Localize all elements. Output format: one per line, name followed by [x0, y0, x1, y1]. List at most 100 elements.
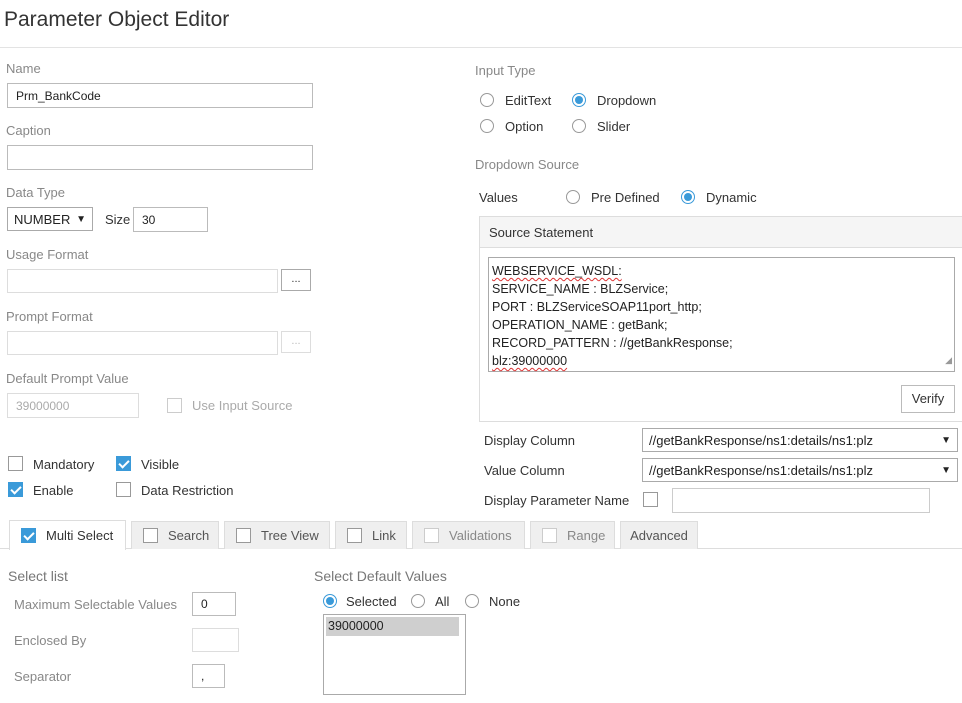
- default-all-radio[interactable]: [411, 594, 425, 608]
- enable-checkbox[interactable]: [8, 482, 23, 497]
- source-statement-textarea[interactable]: WEBSERVICE_WSDL: SERVICE_NAME : BLZServi…: [488, 257, 955, 372]
- input-type-edittext-label: EditText: [505, 93, 552, 108]
- mandatory-checkbox[interactable]: [8, 456, 23, 471]
- input-type-label: Input Type: [475, 63, 536, 78]
- statement-line-text: blz:39000000: [492, 354, 568, 368]
- default-none-radio[interactable]: [465, 594, 479, 608]
- values-dynamic-label: Dynamic: [706, 190, 757, 205]
- default-prompt-label: Default Prompt Value: [6, 371, 129, 386]
- enclosed-by-input[interactable]: [192, 628, 239, 652]
- input-type-edittext-radio[interactable]: [480, 93, 494, 107]
- data-type-select[interactable]: NUMBER ▼: [7, 207, 93, 231]
- select-default-heading: Select Default Values: [314, 568, 447, 584]
- select-list-heading: Select list: [8, 568, 68, 584]
- max-selectable-label: Maximum Selectable Values: [14, 597, 178, 612]
- triangle-down-icon: ▼: [941, 434, 951, 446]
- statement-line: OPERATION_NAME : getBank;: [492, 318, 668, 332]
- prompt-format-label: Prompt Format: [6, 309, 93, 324]
- usage-format-browse-button[interactable]: ...: [281, 269, 311, 291]
- display-column-label: Display Column: [484, 433, 576, 448]
- prompt-format-browse-button[interactable]: ...: [281, 331, 311, 353]
- visible-checkbox[interactable]: [116, 456, 131, 471]
- name-input[interactable]: Prm_BankCode: [7, 83, 313, 108]
- separator-value: ,: [201, 669, 205, 683]
- size-input[interactable]: 30: [133, 207, 208, 232]
- tab-label: Validations: [449, 528, 512, 543]
- display-param-label: Display Parameter Name: [484, 493, 630, 508]
- tab-advanced[interactable]: Advanced: [620, 521, 698, 549]
- tab-label: Tree View: [261, 528, 319, 543]
- tab-search[interactable]: Search: [131, 521, 219, 549]
- tab-validations[interactable]: Validations: [412, 521, 525, 549]
- search-checkbox[interactable]: [143, 528, 158, 543]
- separator-label: Separator: [14, 669, 72, 684]
- tab-tree-view[interactable]: Tree View: [224, 521, 330, 549]
- separator-input[interactable]: ,: [192, 664, 225, 688]
- display-column-value: //getBankResponse/ns1:details/ns1:plz: [649, 432, 874, 448]
- usage-format-input[interactable]: [7, 269, 278, 293]
- use-input-source-label: Use Input Source: [192, 398, 293, 413]
- use-input-source-checkbox[interactable]: [167, 398, 182, 413]
- page-title: Parameter Object Editor: [4, 8, 230, 31]
- prompt-format-input[interactable]: [7, 331, 278, 355]
- values-dynamic-radio[interactable]: [681, 190, 695, 204]
- input-type-option-radio[interactable]: [480, 119, 494, 133]
- name-input-value: Prm_BankCode: [16, 88, 101, 103]
- statement-line: WEBSERVICE_WSDL:: [492, 262, 951, 280]
- size-input-value: 30: [142, 212, 156, 227]
- data-type-value: NUMBER: [14, 211, 71, 227]
- input-type-dropdown-radio[interactable]: [572, 93, 586, 107]
- input-type-dropdown-label: Dropdown: [597, 93, 657, 108]
- default-selected-label: Selected: [346, 594, 397, 609]
- data-type-label: Data Type: [6, 185, 66, 200]
- validations-checkbox[interactable]: [424, 528, 439, 543]
- verify-button[interactable]: Verify: [901, 385, 955, 413]
- values-label: Values: [479, 190, 518, 205]
- display-column-select[interactable]: //getBankResponse/ns1:details/ns1:plz ▼: [642, 428, 958, 452]
- tree-view-checkbox[interactable]: [236, 528, 251, 543]
- tab-label: Search: [168, 528, 210, 543]
- value-column-value: //getBankResponse/ns1:details/ns1:plz: [649, 462, 874, 478]
- display-param-input[interactable]: [672, 488, 930, 513]
- value-column-label: Value Column: [484, 463, 565, 478]
- display-param-checkbox[interactable]: [643, 492, 658, 507]
- link-checkbox[interactable]: [347, 528, 362, 543]
- input-type-slider-label: Slider: [597, 119, 631, 134]
- value-column-select[interactable]: //getBankResponse/ns1:details/ns1:plz ▼: [642, 458, 958, 482]
- visible-label: Visible: [141, 457, 180, 472]
- statement-line: SERVICE_NAME : BLZService;: [492, 282, 669, 296]
- statement-line-text: WEBSERVICE_WSDL:: [492, 264, 622, 278]
- values-predefined-radio[interactable]: [566, 190, 580, 204]
- enclosed-by-label: Enclosed By: [14, 633, 87, 648]
- input-type-slider-radio[interactable]: [572, 119, 586, 133]
- data-restriction-checkbox[interactable]: [116, 482, 131, 497]
- size-label: Size: [105, 212, 131, 227]
- data-restriction-label: Data Restriction: [141, 483, 234, 498]
- default-selected-radio[interactable]: [323, 594, 337, 608]
- enable-label: Enable: [33, 483, 74, 498]
- multi-select-checkbox[interactable]: [21, 528, 36, 543]
- usage-format-label: Usage Format: [6, 247, 89, 262]
- input-type-option-label: Option: [505, 119, 544, 134]
- tab-label: Advanced: [630, 528, 688, 543]
- triangle-down-icon: ▼: [76, 213, 86, 225]
- name-label: Name: [6, 61, 41, 76]
- title-divider: [0, 47, 962, 48]
- max-selectable-input[interactable]: 0: [192, 592, 236, 616]
- tab-link[interactable]: Link: [335, 521, 407, 549]
- source-statement-header: Source Statement: [480, 217, 962, 248]
- range-checkbox[interactable]: [542, 528, 557, 543]
- resize-grip-icon[interactable]: ◢: [945, 351, 952, 369]
- default-all-label: All: [435, 594, 450, 609]
- statement-line: RECORD_PATTERN : //getBankResponse;: [492, 336, 733, 350]
- default-prompt-input[interactable]: 39000000: [7, 393, 139, 418]
- caption-input[interactable]: [7, 145, 313, 170]
- list-item[interactable]: 39000000: [326, 617, 459, 636]
- default-prompt-value: 39000000: [16, 398, 70, 413]
- tab-label: Link: [372, 528, 396, 543]
- statement-line: blz:39000000: [492, 352, 951, 370]
- tab-range[interactable]: Range: [530, 521, 615, 549]
- default-values-listbox[interactable]: 39000000: [323, 614, 466, 695]
- tab-multi-select[interactable]: Multi Select: [9, 520, 126, 550]
- tab-label: Multi Select: [46, 528, 114, 543]
